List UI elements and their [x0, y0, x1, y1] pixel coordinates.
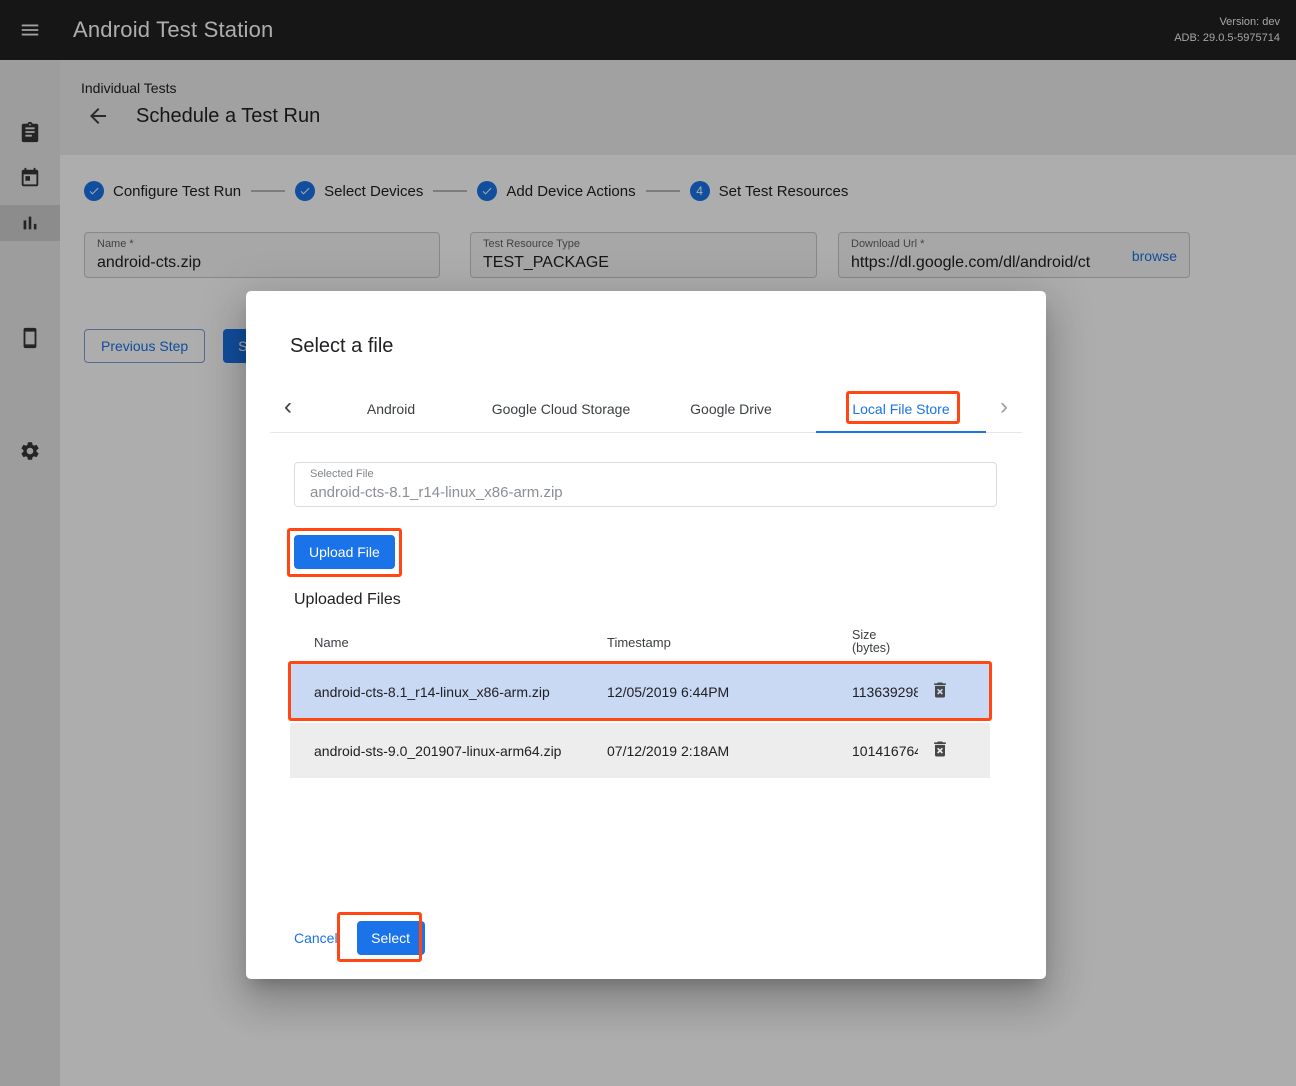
uploaded-files-title: Uploaded Files: [294, 591, 401, 609]
selected-file-field: Selected File android-cts-8.1_r14-linux_…: [294, 462, 997, 507]
delete-file-button[interactable]: [928, 739, 952, 763]
size-cell: 113639298: [830, 684, 918, 700]
tabs-scroll-right-icon[interactable]: ›: [986, 385, 1022, 432]
timestamp-cell: 07/12/2019 2:18AM: [585, 743, 830, 759]
trash-icon: [930, 680, 950, 700]
select-button[interactable]: Select: [357, 921, 425, 955]
dialog-title: Select a file: [290, 335, 393, 358]
selected-file-value: android-cts-8.1_r14-linux_x86-arm.zip: [310, 484, 981, 501]
tabs-scroll-left-icon[interactable]: ‹: [270, 385, 306, 432]
tab-google-drive[interactable]: Google Drive: [646, 385, 816, 432]
tab-google-cloud-storage[interactable]: Google Cloud Storage: [476, 385, 646, 432]
table-header: Name Timestamp Size (bytes): [290, 620, 990, 664]
file-name-cell: android-cts-8.1_r14-linux_x86-arm.zip: [290, 684, 585, 700]
selected-file-label: Selected File: [310, 468, 981, 480]
upload-file-button[interactable]: Upload File: [294, 535, 395, 569]
column-header-size-line2: (bytes): [852, 642, 918, 655]
size-cell: 101416764: [830, 743, 918, 759]
timestamp-cell: 12/05/2019 6:44PM: [585, 684, 830, 700]
tab-local-file-store[interactable]: Local File Store: [816, 385, 986, 432]
trash-icon: [930, 739, 950, 759]
table-row-cts-file[interactable]: android-cts-8.1_r14-linux_x86-arm.zip 12…: [290, 664, 990, 719]
row-actions: [918, 680, 990, 704]
column-header-name: Name: [290, 635, 585, 650]
table-row-sts-file[interactable]: android-sts-9.0_201907-linux-arm64.zip 0…: [290, 723, 990, 778]
uploaded-files-table: Name Timestamp Size (bytes) android-cts-…: [290, 620, 990, 778]
column-header-size: Size (bytes): [830, 629, 918, 655]
column-header-timestamp: Timestamp: [585, 635, 830, 650]
file-source-tabs: ‹ Android Google Cloud Storage Google Dr…: [270, 385, 1022, 433]
dialog-footer: Cancel Select: [286, 921, 425, 955]
select-file-dialog: Select a file ‹ Android Google Cloud Sto…: [246, 291, 1046, 979]
file-name-cell: android-sts-9.0_201907-linux-arm64.zip: [290, 743, 585, 759]
tab-android[interactable]: Android: [306, 385, 476, 432]
delete-file-button[interactable]: [928, 680, 952, 704]
cancel-button[interactable]: Cancel: [286, 930, 346, 946]
row-actions: [918, 739, 990, 763]
